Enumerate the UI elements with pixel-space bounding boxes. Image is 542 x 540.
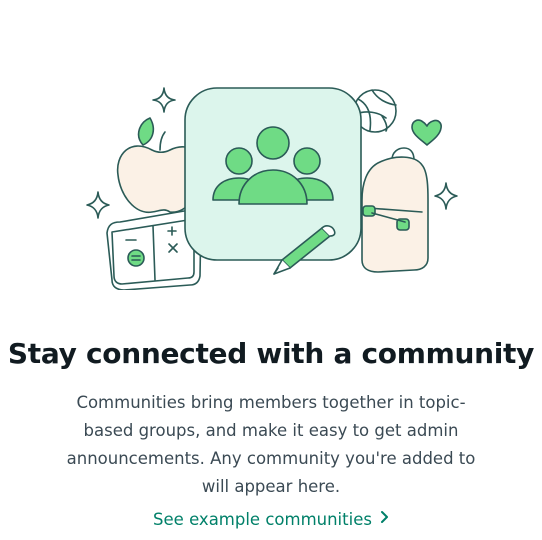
sparkle-icon bbox=[86, 191, 110, 219]
communities-illustration bbox=[0, 0, 542, 291]
see-example-communities-link[interactable]: See example communities bbox=[0, 507, 542, 533]
page-title: Stay connected with a community bbox=[7, 337, 535, 370]
sparkle-icon bbox=[152, 87, 176, 113]
heart-icon bbox=[411, 119, 442, 146]
see-example-communities-label: See example communities bbox=[153, 510, 372, 529]
chevron-right-icon bbox=[380, 506, 389, 532]
sparkle-icon bbox=[434, 182, 458, 210]
empty-state-description: Communities bring members together in to… bbox=[66, 393, 476, 496]
backpack-icon bbox=[361, 147, 429, 273]
